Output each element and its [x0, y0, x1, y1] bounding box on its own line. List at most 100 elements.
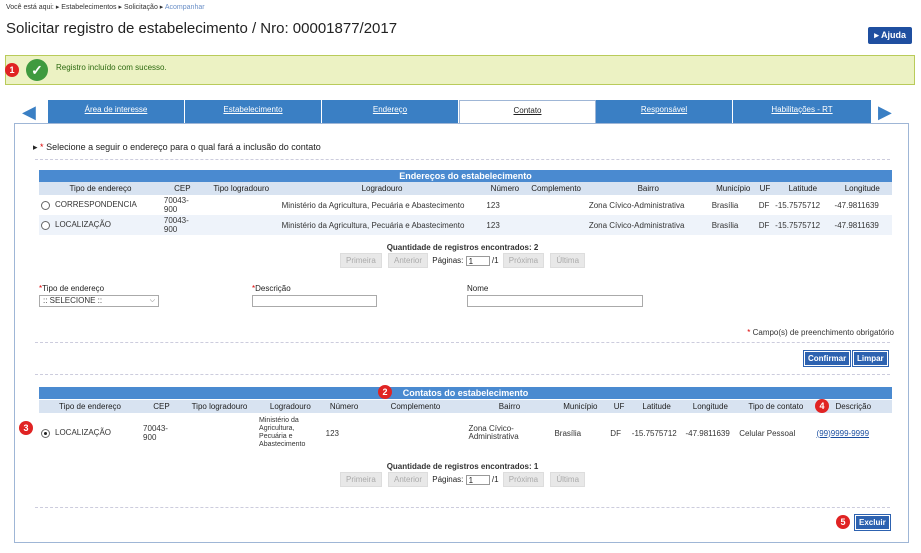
breadcrumb-sep-icon: ▸	[118, 4, 123, 11]
cell: Zona Cívico-Administrativa	[468, 424, 519, 441]
cell	[364, 413, 466, 453]
cell-text: CORRESPONDENCIA	[55, 200, 137, 210]
addresses-table-title: Endereços do estabelecimento	[39, 170, 892, 182]
breadcrumb-item-solicitacao[interactable]: Solicitação	[124, 4, 158, 11]
arrow-right-icon[interactable]: ▶	[878, 103, 898, 121]
page-total: /1	[491, 475, 499, 484]
address-radio[interactable]	[41, 220, 50, 230]
confirm-button[interactable]: Confirmar	[802, 350, 852, 367]
success-message: Registro incluído com sucesso.	[56, 63, 167, 72]
cell	[182, 413, 257, 453]
col-header: Tipo de endereço	[39, 400, 142, 413]
descricao-input[interactable]	[252, 295, 377, 307]
col-header: UF	[756, 182, 774, 195]
tab-estabelecimento[interactable]: Estabelecimento	[185, 100, 322, 123]
col-header: Tipo de contato	[737, 400, 815, 413]
cell: -15.7575712	[631, 428, 677, 438]
tab-area-interesse[interactable]: Área de interesse	[48, 100, 185, 123]
col-header: Município	[552, 400, 609, 413]
descricao-label-text: Descrição	[255, 284, 291, 293]
pages-label: Páginas:	[432, 256, 464, 265]
first-page-button[interactable]: Primeira	[339, 253, 382, 268]
divider	[35, 507, 890, 508]
cell: LOCALIZAÇÃO	[39, 215, 162, 235]
last-page-button[interactable]: Última	[550, 472, 586, 487]
address-radio[interactable]	[41, 200, 50, 210]
tab-endereco[interactable]: Endereço	[322, 100, 459, 123]
cell: Ministério da Agricultura, Pecuária e Ab…	[259, 417, 306, 448]
help-button[interactable]: Ajuda	[868, 27, 912, 44]
col-header: Latitude	[629, 400, 684, 413]
tab-habilitacoes-rt[interactable]: Habilitações - RT	[733, 100, 872, 123]
instruction-text: ▸ * Selecione a seguir o endereço para o…	[33, 142, 321, 152]
contacts-table-title: Contatos do estabelecimento	[39, 387, 892, 399]
contact-panel: ▸ * Selecione a seguir o endereço para o…	[14, 123, 909, 543]
breadcrumb-item-estabelecimentos[interactable]: Estabelecimentos	[61, 4, 116, 11]
descricao-label: *Descrição	[252, 284, 291, 293]
col-header: Longitude	[832, 182, 892, 195]
contact-radio[interactable]	[41, 428, 50, 438]
page-input[interactable]: 1	[465, 255, 490, 266]
instruction-label: Selecione a seguir o endereço para o qua…	[46, 142, 321, 152]
chevron-down-icon: ⌵	[149, 297, 155, 304]
divider	[35, 374, 890, 375]
first-page-button[interactable]: Primeira	[339, 472, 382, 487]
prev-page-button[interactable]: Anterior	[388, 253, 429, 268]
arrow-left-icon[interactable]: ◀	[22, 103, 42, 121]
record-count-label: Quantidade de registros encontrados:	[386, 462, 532, 471]
last-page-button[interactable]: Última	[550, 253, 586, 268]
next-page-button[interactable]: Próxima	[502, 253, 545, 268]
cell: DF	[758, 200, 770, 210]
record-count-value: 2	[533, 243, 539, 252]
contacts-table: Tipo de endereço CEP Tipo logradouro Log…	[39, 400, 892, 453]
addresses-table: Tipo de endereço CEP Tipo logradouro Log…	[39, 182, 892, 235]
cell: 123	[325, 428, 339, 438]
cell: Brasília	[709, 215, 757, 235]
step-marker-2: 2	[378, 385, 392, 399]
cell: -15.7575712	[775, 200, 821, 210]
next-page-button[interactable]: Próxima	[502, 472, 545, 487]
col-header: Complemento	[525, 182, 587, 195]
tab-contato[interactable]: Contato	[459, 100, 596, 123]
col-header: Número	[484, 182, 526, 195]
success-banner: ✓ Registro incluído com sucesso.	[5, 55, 915, 85]
nome-input[interactable]	[467, 295, 643, 307]
cell: 70043-900	[143, 424, 168, 442]
breadcrumb-prefix: Você está aqui:	[6, 4, 54, 11]
tipo-endereco-label-text: Tipo de endereço	[42, 284, 105, 293]
table-row[interactable]: CORRESPONDENCIA 70043-900 Ministério da …	[39, 195, 892, 215]
tab-bar: ◀ Área de interesse Estabelecimento Ende…	[22, 100, 898, 123]
col-header: Bairro	[586, 182, 710, 195]
record-count: Quantidade de registros encontrados: 1	[15, 462, 910, 471]
cell: Zona Cívico-Administrativa	[588, 200, 685, 210]
cell	[202, 215, 280, 235]
col-header: Logradouro	[257, 400, 324, 413]
tab-responsavel[interactable]: Responsável	[596, 100, 733, 123]
breadcrumb-sep-icon: ▸	[159, 4, 164, 11]
cell: DF	[610, 428, 621, 438]
delete-button[interactable]: Excluir	[854, 514, 891, 531]
cell: -15.7575712	[773, 215, 833, 235]
col-header: Tipo logradouro	[202, 182, 280, 195]
tipo-endereco-label: *Tipo de endereço	[39, 284, 105, 293]
descricao-link[interactable]: (99)9999-9999	[817, 429, 869, 438]
nome-label: Nome	[467, 284, 489, 293]
cell: 123	[486, 200, 500, 210]
record-count-label: Quantidade de registros encontrados:	[386, 243, 532, 252]
cell: Ministério da Agricultura, Pecuária e Ab…	[279, 215, 485, 235]
clear-button[interactable]: Limpar	[852, 350, 889, 367]
cell-text: LOCALIZAÇÃO	[55, 220, 112, 230]
cell: Brasília	[711, 200, 739, 210]
breadcrumb-current: Acompanhar	[164, 4, 205, 11]
page-input[interactable]: 1	[465, 474, 490, 485]
table-row[interactable]: LOCALIZAÇÃO 70043-900 Ministério da Agri…	[39, 215, 892, 235]
cell: Ministério da Agricultura, Pecuária e Ab…	[281, 200, 465, 210]
breadcrumb: Você está aqui: ▸ Estabelecimentos ▸ Sol…	[6, 3, 205, 11]
cell	[525, 195, 586, 215]
prev-page-button[interactable]: Anterior	[388, 472, 429, 487]
tipo-endereco-select[interactable]: :: SELECIONE :: ⌵	[39, 295, 159, 307]
breadcrumb-sep-icon: ▸	[55, 4, 60, 11]
cell: Celular Pessoal	[739, 428, 796, 438]
table-row[interactable]: LOCALIZAÇÃO 70043-900 Ministério da Agri…	[39, 413, 892, 453]
required-note: * Campo(s) de preenchimento obrigatório	[747, 328, 894, 337]
